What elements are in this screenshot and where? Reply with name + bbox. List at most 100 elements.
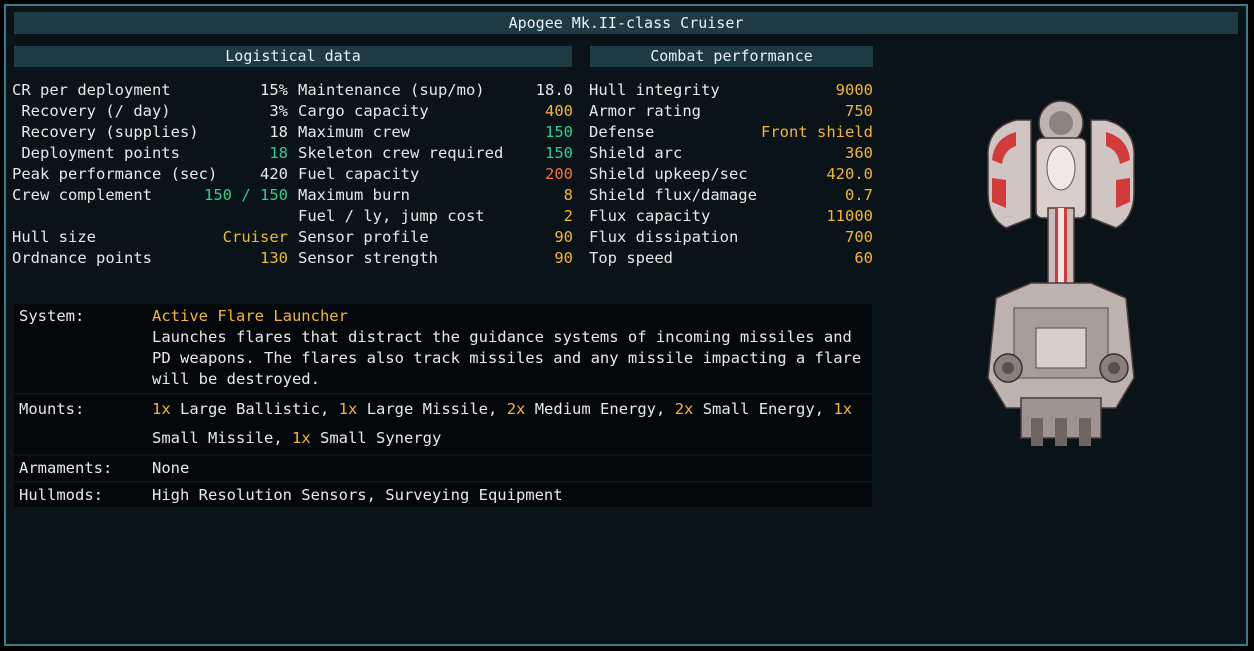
mount-count: 1x <box>833 400 853 418</box>
stat-label: Fuel / ly, jump cost <box>298 207 485 225</box>
stat-label: Maintenance (sup/mo) <box>298 81 485 99</box>
stat-value: Cruiser <box>222 228 288 246</box>
system-description: Launches flares that distract the guidan… <box>152 328 862 388</box>
mounts-label: Mounts: <box>19 400 85 418</box>
stat-row: Defense Front shield <box>589 122 873 143</box>
logistics-stats-left: CR per deployment 15% Recovery (/ day) 3% … <box>12 80 288 269</box>
stat-label: Flux capacity <box>589 207 711 225</box>
stat-row: Top speed 60 <box>589 248 873 269</box>
armaments-row: Armaments: None <box>14 456 872 481</box>
stat-value: 15% <box>260 81 288 99</box>
stat-row: Peak performance (sec) 420 <box>12 164 288 185</box>
stat-row: Recovery (supplies) 18 <box>12 122 288 143</box>
mount-name: Small Synergy <box>320 429 442 447</box>
stat-row: Fuel capacity 200 <box>298 164 573 185</box>
stat-row: Crew complement 150 / 150 <box>12 185 288 206</box>
stat-value: 18 <box>269 144 288 162</box>
mounts-row: Mounts: 1x Large Ballistic, 1x Large Mis… <box>14 395 872 454</box>
stat-row: Cargo capacity 400 <box>298 101 573 122</box>
stat-label: CR per deployment <box>12 81 171 99</box>
stat-row: Maximum crew 150 <box>298 122 573 143</box>
stat-row <box>12 206 288 227</box>
stat-row: Skeleton crew required 150 <box>298 143 573 164</box>
stat-value: 130 <box>260 249 288 267</box>
combat-header: Combat performance <box>590 46 873 67</box>
stat-row: Armor rating 750 <box>589 101 873 122</box>
stat-row: Maintenance (sup/mo) 18.0 <box>298 80 573 101</box>
stat-value: Front shield <box>761 123 873 141</box>
stat-value: 2 <box>563 207 573 225</box>
stat-label: Maximum crew <box>298 123 410 141</box>
stat-value: 150 <box>545 144 573 162</box>
mount-count: 2x <box>506 400 526 418</box>
stat-row: Fuel / ly, jump cost 2 <box>298 206 573 227</box>
stat-row: Maximum burn 8 <box>298 185 573 206</box>
stat-value: 18 <box>269 123 288 141</box>
hullmods-value: High Resolution Sensors, Surveying Equip… <box>152 486 563 504</box>
stat-label: Ordnance points <box>12 249 152 267</box>
mount-name: Large Missile <box>366 400 489 418</box>
stat-label: Hull size <box>12 228 96 246</box>
stat-value: 3% <box>269 102 288 120</box>
stat-row: Flux dissipation 700 <box>589 227 873 248</box>
mount-name: Small Missile <box>152 429 274 447</box>
stat-row: Ordnance points 130 <box>12 248 288 269</box>
mount-name: Large Ballistic <box>180 400 320 418</box>
combat-stats: Hull integrity 9000 Armor rating 750 Defense… <box>589 80 873 269</box>
stat-row: Deployment points 18 <box>12 143 288 164</box>
stat-value: 18.0 <box>535 81 573 99</box>
ship-info-panel: Apogee Mk.II-class Cruiser Logistical da… <box>4 4 1248 646</box>
mount-name: Small Energy <box>702 400 815 418</box>
stat-value: 0.7 <box>845 186 873 204</box>
stat-label: Peak performance (sec) <box>12 165 218 183</box>
stat-value: 750 <box>845 102 873 120</box>
stat-row: Shield arc 360 <box>589 143 873 164</box>
stat-label: Defense <box>589 123 655 141</box>
logistics-header: Logistical data <box>14 46 572 67</box>
stat-label: Flux dissipation <box>589 228 739 246</box>
stat-row: CR per deployment 15% <box>12 80 288 101</box>
stat-value: 11000 <box>826 207 873 225</box>
stat-label: Deployment points <box>12 144 180 162</box>
stat-label: Shield flux/damage <box>589 186 757 204</box>
stat-label: Shield upkeep/sec <box>589 165 748 183</box>
stat-value: 700 <box>845 228 873 246</box>
stat-label: Recovery (/ day) <box>12 102 171 120</box>
stat-value: 200 <box>545 165 573 183</box>
logistics-stats-right: Maintenance (sup/mo) 18.0 Cargo capacity 40… <box>298 80 573 269</box>
mount-count: 1x <box>152 400 171 418</box>
stat-value: 420.0 <box>826 165 873 183</box>
stat-value: 360 <box>845 144 873 162</box>
stat-label: Maximum burn <box>298 186 410 204</box>
stat-label: Recovery (supplies) <box>12 123 199 141</box>
system-name: Active Flare Launcher <box>152 307 348 325</box>
ship-title: Apogee Mk.II-class Cruiser <box>14 12 1238 34</box>
mounts-list: 1x Large Ballistic, 1x Large Missile, 2x… <box>152 400 853 447</box>
stat-label: Skeleton crew required <box>298 144 504 162</box>
stat-row: Sensor strength 90 <box>298 248 573 269</box>
stat-label: Fuel capacity <box>298 165 420 183</box>
stat-label: Top speed <box>589 249 673 267</box>
system-row: System: Active Flare Launcher Launches f… <box>14 304 872 393</box>
armaments-label: Armaments: <box>19 459 113 477</box>
stat-value: 420 <box>260 165 288 183</box>
stat-value: 8 <box>563 186 573 204</box>
ship-details: System: Active Flare Launcher Launches f… <box>14 304 872 509</box>
stat-label: Sensor strength <box>298 249 438 267</box>
mount-name: Medium Energy <box>534 400 657 418</box>
stat-value: 90 <box>554 249 573 267</box>
stat-label: Hull integrity <box>589 81 720 99</box>
ship-sprite-icon <box>987 100 1135 446</box>
stat-row: Shield flux/damage 0.7 <box>589 185 873 206</box>
stat-row: Hull integrity 9000 <box>589 80 873 101</box>
stat-label: Armor rating <box>589 102 701 120</box>
hullmods-label: Hullmods: <box>19 486 103 504</box>
stat-row: Hull size Cruiser <box>12 227 288 248</box>
stat-row: Sensor profile 90 <box>298 227 573 248</box>
mount-count: 2x <box>674 400 694 418</box>
stat-value: 150 <box>545 123 573 141</box>
stat-value: 90 <box>554 228 573 246</box>
stat-row: Flux capacity 11000 <box>589 206 873 227</box>
stat-label: Sensor profile <box>298 228 429 246</box>
mount-count: 1x <box>292 429 311 447</box>
